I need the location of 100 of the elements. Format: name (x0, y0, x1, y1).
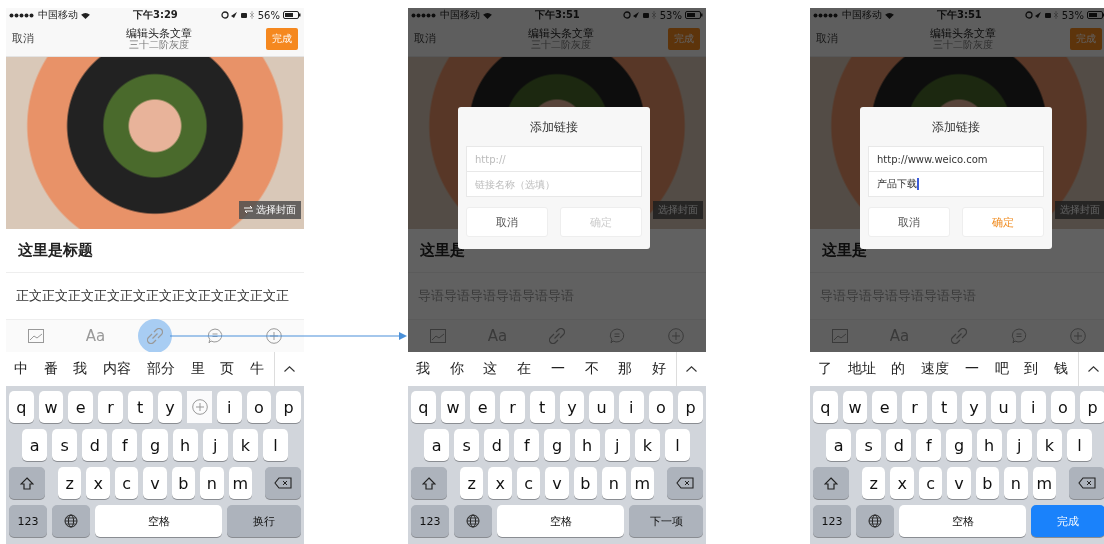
letter-key[interactable]: e (68, 391, 94, 424)
delete-key[interactable] (265, 467, 301, 500)
letter-key[interactable]: j (202, 429, 228, 462)
candidate-word[interactable]: 我 (73, 360, 88, 379)
space-key[interactable]: 空格 (95, 505, 222, 538)
candidate-word[interactable]: 到 (1024, 360, 1039, 379)
letter-key[interactable]: o (246, 391, 272, 424)
letter-key[interactable]: b (573, 467, 598, 500)
letter-key[interactable]: x (890, 467, 914, 500)
letter-key[interactable]: p (1080, 391, 1104, 424)
letter-key[interactable]: i (618, 391, 644, 424)
candidate-word[interactable]: 速度 (921, 360, 950, 379)
letter-key[interactable]: w (440, 391, 466, 424)
letter-key[interactable]: y (961, 391, 987, 424)
return-key[interactable]: 下一项 (629, 505, 703, 538)
letter-key[interactable]: n (602, 467, 626, 500)
candidate-word[interactable]: 那 (618, 360, 633, 379)
letter-key[interactable]: i (1020, 391, 1046, 424)
shift-key[interactable] (9, 467, 45, 500)
letter-key[interactable]: c (114, 467, 139, 500)
letter-key[interactable]: p (678, 391, 704, 424)
letter-key[interactable]: k (232, 429, 258, 462)
letter-key[interactable]: j (604, 429, 630, 462)
candidate-word[interactable]: 中 (14, 360, 28, 379)
letter-key[interactable]: f (916, 429, 942, 462)
input-field[interactable]: 链接名称（选填） (466, 171, 642, 197)
candidate-word[interactable]: 部分 (146, 360, 175, 379)
letter-key[interactable]: f (514, 429, 540, 462)
letter-key[interactable]: c (918, 467, 943, 500)
letter-key[interactable]: m (630, 467, 654, 500)
letter-key[interactable]: r (500, 391, 525, 424)
letter-key[interactable]: q (813, 391, 838, 424)
article-heading[interactable]: 这里是标题 (18, 240, 93, 260)
letter-key[interactable]: u (589, 391, 614, 424)
candidate-word[interactable]: 牛 (249, 360, 264, 379)
cancel-link[interactable]: 取消 (12, 31, 52, 47)
letter-key[interactable]: n (200, 467, 224, 500)
letter-key[interactable]: h (172, 429, 198, 462)
letter-key[interactable]: w (842, 391, 868, 424)
letter-key[interactable]: m (1032, 467, 1056, 500)
letter-key[interactable]: k (634, 429, 660, 462)
letter-key[interactable]: o (648, 391, 674, 424)
number-key[interactable]: 123 (411, 505, 449, 538)
letter-key[interactable]: x (488, 467, 512, 500)
number-key[interactable]: 123 (813, 505, 851, 538)
letter-key[interactable]: d (886, 429, 912, 462)
letter-key[interactable]: y (559, 391, 585, 424)
letter-key[interactable]: z (460, 467, 484, 500)
delete-key[interactable] (667, 467, 703, 500)
letter-key[interactable]: s (454, 429, 480, 462)
candidate-word[interactable]: 吧 (994, 360, 1009, 379)
letter-key[interactable]: o (1050, 391, 1076, 424)
letter-key[interactable]: l (664, 429, 690, 462)
article-body[interactable]: 正文正文正文正文正文正文正文正文正文正文正 (16, 288, 289, 304)
letter-key[interactable]: d (484, 429, 510, 462)
number-key[interactable]: 123 (9, 505, 47, 538)
letter-key[interactable]: t (931, 391, 957, 424)
letter-key[interactable]: b (171, 467, 196, 500)
letter-key[interactable]: x (86, 467, 110, 500)
letter-key[interactable]: i (216, 391, 242, 424)
choose-cover-button[interactable]: 选择封面 (239, 200, 301, 219)
candidate-word[interactable]: 地址 (847, 360, 876, 379)
return-key[interactable]: 换行 (227, 505, 301, 538)
letter-key[interactable]: z (58, 467, 82, 500)
letter-key[interactable]: q (9, 391, 34, 424)
letter-key[interactable]: a (826, 429, 852, 462)
globe-key[interactable] (856, 505, 894, 538)
letter-key[interactable]: v (143, 467, 167, 500)
letter-key[interactable]: y (157, 391, 183, 424)
letter-key[interactable]: e (470, 391, 496, 424)
letter-key[interactable]: v (545, 467, 569, 500)
letter-key[interactable]: f (112, 429, 138, 462)
candidate-word[interactable]: 一 (550, 360, 565, 379)
globe-key[interactable] (454, 505, 492, 538)
shift-key[interactable] (813, 467, 849, 500)
globe-key[interactable] (52, 505, 90, 538)
letter-key[interactable]: h (574, 429, 600, 462)
candidate-word[interactable]: 一 (964, 360, 979, 379)
delete-key[interactable] (1069, 467, 1104, 500)
candidate-word[interactable]: 我 (416, 360, 430, 379)
letter-key[interactable]: s (52, 429, 78, 462)
shift-key[interactable] (411, 467, 447, 500)
letter-key[interactable]: r (98, 391, 123, 424)
letter-key[interactable]: m (228, 467, 252, 500)
letter-key[interactable]: a (22, 429, 48, 462)
letter-key[interactable]: n (1004, 467, 1028, 500)
letter-key[interactable]: t (127, 391, 153, 424)
letter-key[interactable]: g (142, 429, 168, 462)
letter-key[interactable]: t (529, 391, 555, 424)
letter-key[interactable]: q (411, 391, 436, 424)
letter-key[interactable]: w (38, 391, 64, 424)
letter-key[interactable]: u (991, 391, 1016, 424)
candidate-word[interactable]: 好 (651, 360, 666, 379)
candidate-word[interactable]: 你 (449, 360, 464, 379)
letter-key[interactable]: k (1036, 429, 1062, 462)
letter-key[interactable]: c (516, 467, 541, 500)
space-key[interactable]: 空格 (899, 505, 1026, 538)
letter-key[interactable]: g (544, 429, 570, 462)
candidate-word[interactable]: 页 (220, 360, 235, 379)
letter-key[interactable]: b (975, 467, 1000, 500)
